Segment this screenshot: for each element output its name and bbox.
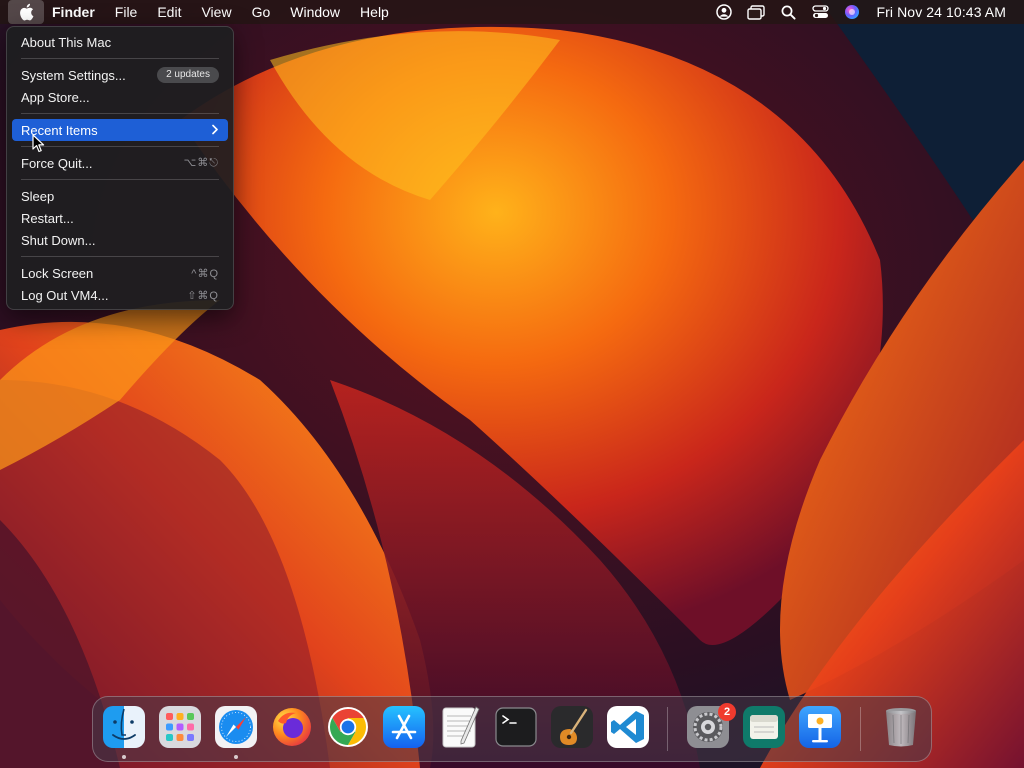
chevron-right-icon — [211, 122, 219, 138]
updates-badge: 2 updates — [157, 67, 219, 83]
dock-divider — [860, 707, 861, 751]
menu-item-restart[interactable]: Restart... — [12, 207, 228, 229]
apple-menu-dropdown: About This Mac System Settings... 2 upda… — [6, 26, 234, 310]
dock-divider — [667, 707, 668, 751]
dock: 2 — [92, 696, 932, 762]
menu-separator — [21, 113, 219, 114]
launchpad-icon[interactable] — [158, 705, 202, 749]
menu-separator — [21, 179, 219, 180]
finder-icon[interactable] — [102, 705, 146, 749]
menu-separator — [21, 256, 219, 257]
menu-item-lock-screen[interactable]: Lock Screen ^⌘Q — [12, 262, 228, 284]
menu-item-sleep[interactable]: Sleep — [12, 185, 228, 207]
keyboard-shortcut: ^⌘Q — [191, 267, 219, 280]
menu-item-label: About This Mac — [21, 34, 112, 50]
menu-bar-right: Fri Nov 24 10:43 AM — [708, 0, 1024, 24]
siri-icon[interactable] — [836, 0, 868, 24]
running-indicator — [234, 755, 238, 759]
menu-item-about-this-mac[interactable]: About This Mac — [12, 31, 228, 53]
menu-edit[interactable]: Edit — [147, 0, 191, 24]
google-chrome-icon[interactable] — [326, 705, 370, 749]
menu-bar-left: Finder File Edit View Go Window Help — [0, 0, 399, 24]
menu-bar: Finder File Edit View Go Window Help Fri… — [0, 0, 1024, 24]
menu-item-label: Restart... — [21, 210, 74, 226]
user-account-icon[interactable] — [708, 0, 740, 24]
menu-item-log-out[interactable]: Log Out VM4... ⇧⌘Q — [12, 284, 228, 306]
keyboard-shortcut: ⇧⌘Q — [187, 289, 219, 302]
menu-window[interactable]: Window — [280, 0, 350, 24]
firefox-icon[interactable] — [270, 705, 314, 749]
visual-studio-code-icon[interactable] — [606, 705, 650, 749]
menu-separator — [21, 58, 219, 59]
terminal-icon[interactable] — [494, 705, 538, 749]
menu-item-label: Shut Down... — [21, 232, 96, 248]
mouse-pointer-icon — [32, 134, 45, 153]
apple-menu-icon[interactable] — [8, 0, 44, 24]
menu-item-label: System Settings... — [21, 67, 126, 83]
archive-icon[interactable] — [742, 705, 786, 749]
textedit-icon[interactable] — [438, 705, 482, 749]
menu-item-app-store[interactable]: App Store... — [12, 86, 228, 108]
menu-item-label: App Store... — [21, 89, 90, 105]
menu-view[interactable]: View — [191, 0, 241, 24]
spotlight-search-icon[interactable] — [772, 0, 804, 24]
menu-item-label: Log Out VM4... — [21, 287, 109, 303]
screen-mirroring-icon[interactable] — [740, 0, 772, 24]
menu-item-shut-down[interactable]: Shut Down... — [12, 229, 228, 251]
safari-icon[interactable] — [214, 705, 258, 749]
menu-item-label: Sleep — [21, 188, 55, 204]
menu-file[interactable]: File — [105, 0, 148, 24]
menu-item-label: Force Quit... — [21, 155, 93, 171]
notification-badge: 2 — [718, 703, 736, 721]
keyboard-shortcut: ⌥⌘⎋ — [183, 157, 219, 169]
trash-icon[interactable] — [879, 705, 923, 749]
menu-item-label: Lock Screen — [21, 265, 94, 281]
running-indicator — [122, 755, 126, 759]
menu-go[interactable]: Go — [242, 0, 281, 24]
app-store-icon[interactable] — [382, 705, 426, 749]
menu-separator — [21, 146, 219, 147]
garageband-icon[interactable] — [550, 705, 594, 749]
menu-bar-clock[interactable]: Fri Nov 24 10:43 AM — [876, 4, 1006, 20]
control-center-icon[interactable] — [804, 0, 836, 24]
menu-help[interactable]: Help — [350, 0, 399, 24]
menu-app-name[interactable]: Finder — [44, 0, 105, 24]
keynote-icon[interactable] — [798, 705, 842, 749]
menu-item-system-settings[interactable]: System Settings... 2 updates — [12, 64, 228, 86]
menu-item-force-quit[interactable]: Force Quit... ⌥⌘⎋ — [12, 152, 228, 174]
